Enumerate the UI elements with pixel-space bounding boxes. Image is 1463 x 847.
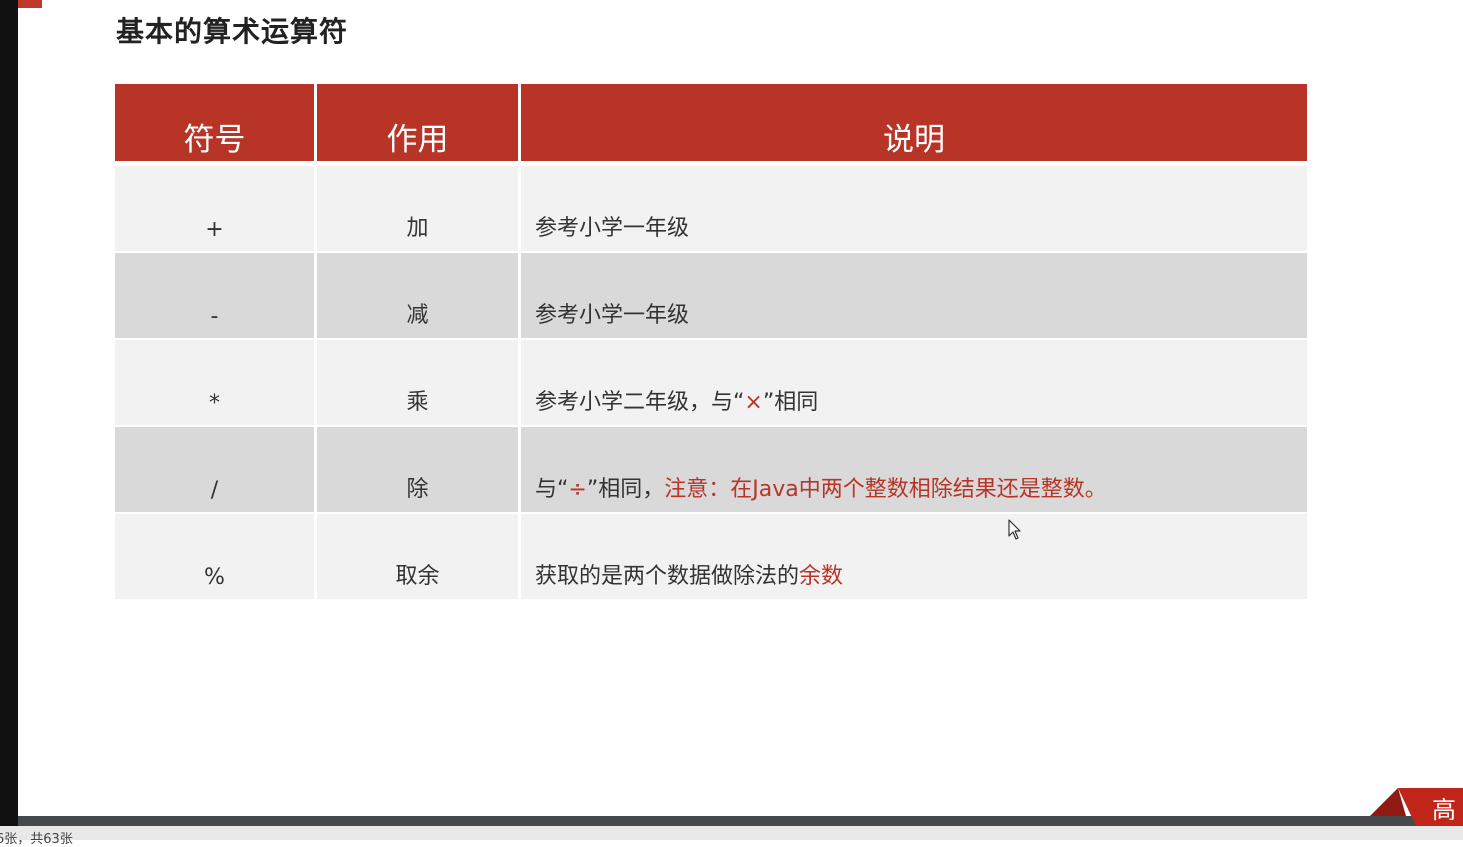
symbol-cell: / bbox=[115, 425, 317, 513]
mouse-pointer-icon bbox=[1008, 519, 1021, 540]
action-cell: 乘 bbox=[315, 338, 521, 426]
description-text: 参考小学二年级，与“ bbox=[535, 390, 745, 415]
description-text: 与“ bbox=[535, 477, 569, 502]
symbol-cell: % bbox=[115, 512, 317, 599]
action-cell: 除 bbox=[315, 425, 521, 513]
table-row: % 取余 获取的是两个数据做除法的余数 bbox=[115, 512, 1307, 599]
description-note: 注意：在Java中两个整数相除结果还是整数。 bbox=[664, 477, 1107, 502]
table-row: + 加 参考小学一年级 bbox=[115, 161, 1307, 252]
status-bar bbox=[0, 826, 1463, 840]
symbol-cell: - bbox=[115, 251, 317, 339]
symbol-cell: + bbox=[115, 161, 317, 252]
operator-table: 符号 作用 说明 + 加 参考小学一年级 - 减 参考小学一年级 * 乘 参考小… bbox=[115, 84, 1307, 599]
symbol-cell: * bbox=[115, 338, 317, 426]
table-row: * 乘 参考小学二年级，与“×”相同 bbox=[115, 338, 1307, 426]
description-cell: 参考小学二年级，与“×”相同 bbox=[519, 338, 1307, 426]
description-cell: 参考小学一年级 bbox=[519, 161, 1307, 252]
description-text: 参考小学一年级 bbox=[535, 303, 690, 328]
top-red-marker bbox=[18, 0, 42, 8]
description-text-suffix: ”相同 bbox=[762, 390, 819, 415]
table-row: / 除 与“÷”相同，注意：在Java中两个整数相除结果还是整数。 bbox=[115, 425, 1307, 513]
action-cell: 减 bbox=[315, 251, 521, 339]
header-action: 作用 bbox=[315, 84, 521, 164]
header-symbol: 符号 bbox=[115, 84, 317, 164]
description-cell: 获取的是两个数据做除法的余数 bbox=[519, 512, 1307, 599]
header-description: 说明 bbox=[519, 84, 1307, 164]
slide-bottom-strip bbox=[18, 816, 1463, 826]
window-left-edge bbox=[0, 0, 18, 840]
slide-title: 基本的算术运算符 bbox=[116, 15, 349, 48]
slide-counter: 6张，共63张 bbox=[0, 832, 73, 847]
table-row: - 减 参考小学一年级 bbox=[115, 251, 1307, 339]
description-text: 参考小学一年级 bbox=[535, 216, 690, 241]
description-cell: 参考小学一年级 bbox=[519, 251, 1307, 339]
corner-badge-text: 高 bbox=[1432, 796, 1456, 824]
description-highlight: ÷ bbox=[568, 477, 587, 502]
description-highlight: × bbox=[744, 390, 763, 415]
action-cell: 加 bbox=[315, 161, 521, 252]
description-text: 获取的是两个数据做除法的 bbox=[535, 564, 800, 589]
description-cell: 与“÷”相同，注意：在Java中两个整数相除结果还是整数。 bbox=[519, 425, 1307, 513]
description-highlight: 余数 bbox=[799, 564, 844, 589]
description-text-suffix: ”相同， bbox=[586, 477, 665, 502]
table-header-row: 符号 作用 说明 bbox=[115, 84, 1307, 164]
action-cell: 取余 bbox=[315, 512, 521, 599]
